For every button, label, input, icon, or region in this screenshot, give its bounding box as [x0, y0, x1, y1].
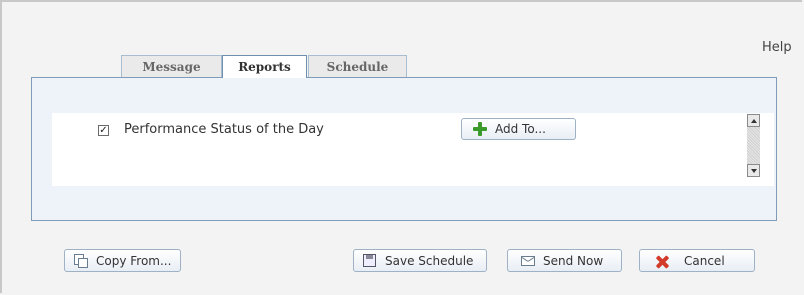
copy-icon: [73, 253, 89, 269]
tab-message[interactable]: Message: [121, 55, 222, 77]
cancel-label: Cancel: [684, 253, 725, 268]
scroll-down-button[interactable]: [747, 164, 760, 177]
help-link[interactable]: Help: [762, 40, 792, 55]
send-now-label: Send Now: [543, 253, 604, 268]
scroll-up-button[interactable]: [747, 114, 760, 127]
plus-icon: [472, 121, 488, 137]
copy-from-button[interactable]: Copy From...: [64, 249, 181, 272]
arrow-up-icon: [751, 119, 757, 123]
add-to-label: Add To...: [495, 122, 546, 136]
tab-schedule[interactable]: Schedule: [308, 55, 407, 77]
tab-reports[interactable]: Reports: [222, 55, 307, 78]
reports-list: ✓ Performance Status of the Day Add To..…: [52, 113, 774, 186]
copy-from-label: Copy From...: [96, 253, 172, 268]
x-icon: [654, 253, 670, 269]
envelope-icon: [520, 253, 536, 269]
report-item-label: Performance Status of the Day: [124, 122, 324, 137]
save-schedule-label: Save Schedule: [385, 253, 474, 268]
send-now-button[interactable]: Send Now: [507, 249, 622, 272]
cancel-button[interactable]: Cancel: [639, 249, 755, 272]
scrollbar-track[interactable]: [747, 127, 760, 164]
add-to-button[interactable]: Add To...: [461, 118, 576, 140]
save-disk-icon: [362, 253, 378, 269]
reports-panel: ✓ Performance Status of the Day Add To..…: [31, 77, 777, 221]
report-checkbox[interactable]: ✓: [98, 125, 109, 136]
arrow-down-icon: [751, 169, 757, 173]
save-schedule-button[interactable]: Save Schedule: [353, 249, 487, 272]
